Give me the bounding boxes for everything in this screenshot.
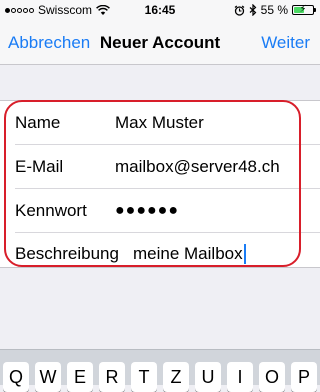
account-form: Name Max Muster E-Mail mailbox@server48.… [0,100,320,268]
nav-bar: Abbrechen Neuer Account Weiter [0,20,320,65]
key-p[interactable]: P [291,362,317,392]
status-bar: Swisscom 16:45 55 % ⚡ [0,0,320,20]
name-field[interactable]: Max Muster [115,113,204,133]
key-e[interactable]: E [67,362,93,392]
battery-icon: ⚡ [292,4,316,15]
description-value: meine Mailbox [133,243,243,263]
password-row[interactable]: Kennwort ●●●●●● [15,189,320,233]
key-r[interactable]: R [99,362,125,392]
password-label: Kennwort [15,201,87,220]
email-label: E-Mail [15,157,64,176]
email-field[interactable]: mailbox@server48.ch [115,157,280,177]
key-t[interactable]: T [131,362,157,392]
key-q[interactable]: Q [3,362,29,392]
name-label: Name [15,113,61,132]
status-right: 55 % ⚡ [234,3,316,17]
keyboard: Q W E R T Z U I O P [0,349,320,392]
key-i[interactable]: I [227,362,253,392]
description-field[interactable]: meine Mailbox [133,244,246,265]
description-row[interactable]: Beschreibung meine Mailbox [15,232,320,276]
description-label: Beschreibung [15,244,119,263]
text-cursor [243,244,246,265]
key-w[interactable]: W [35,362,61,392]
key-o[interactable]: O [259,362,285,392]
battery-percent: 55 % [260,3,288,17]
key-z[interactable]: Z [163,362,189,392]
bluetooth-icon [249,4,257,16]
next-button[interactable]: Weiter [261,33,310,53]
alarm-icon [234,5,245,16]
name-row[interactable]: Name Max Muster [15,101,320,145]
email-row[interactable]: E-Mail mailbox@server48.ch [15,145,320,189]
key-u[interactable]: U [195,362,221,392]
password-field[interactable]: ●●●●●● [115,202,179,220]
